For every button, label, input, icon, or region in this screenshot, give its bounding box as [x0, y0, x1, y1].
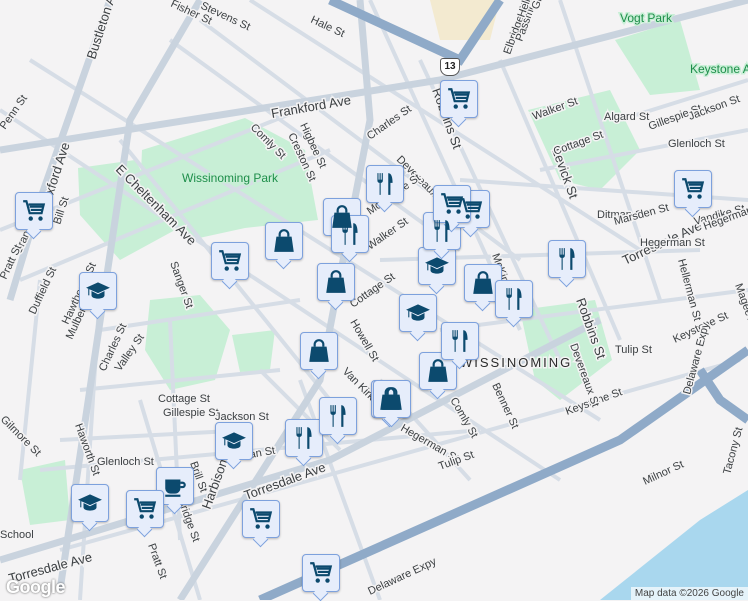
grocery-store-icon	[439, 191, 465, 217]
shopping-marker[interactable]	[373, 380, 411, 418]
svg-text:Hellerman St: Hellerman St	[675, 258, 703, 323]
svg-text:Cottage St: Cottage St	[158, 393, 210, 405]
grocery-store-marker[interactable]	[126, 490, 164, 528]
svg-text:Gillespie St: Gillespie St	[163, 407, 219, 419]
grocery-store-marker[interactable]	[15, 192, 53, 230]
restaurant-marker[interactable]	[495, 280, 533, 318]
svg-text:Algard St: Algard St	[604, 111, 649, 123]
school-icon	[77, 490, 103, 516]
svg-text:Glenloch St: Glenloch St	[668, 138, 725, 150]
shopping-marker[interactable]	[317, 263, 355, 301]
svg-text:Glenloch St: Glenloch St	[97, 456, 154, 468]
grocery-store-icon	[132, 496, 158, 522]
restaurant-icon	[291, 425, 317, 451]
svg-text:Greeby St: Greeby St	[530, 0, 558, 11]
cafe-icon	[162, 473, 188, 499]
restaurant-icon	[325, 403, 351, 429]
restaurant-icon	[447, 328, 473, 354]
school-icon	[405, 300, 431, 326]
map-attribution[interactable]: Map data ©2026 Google	[630, 587, 748, 600]
shopping-icon	[271, 228, 297, 254]
school-icon	[221, 428, 247, 454]
restaurant-icon	[501, 286, 527, 312]
svg-text:Pratt St: Pratt St	[145, 542, 169, 581]
grocery-store-icon	[21, 198, 47, 224]
svg-text:Hegerman St: Hegerman St	[640, 237, 705, 249]
svg-text:Benner St: Benner St	[489, 381, 521, 430]
svg-text:Delaware Expy: Delaware Expy	[366, 555, 439, 597]
grocery-store-marker[interactable]	[242, 500, 280, 538]
svg-text:Bustleton Ave: Bustleton Ave	[84, 0, 123, 61]
grocery-store-marker[interactable]	[302, 554, 340, 592]
restaurant-icon	[554, 246, 580, 272]
svg-text:Tacony St: Tacony St	[721, 426, 745, 476]
grocery-store-icon	[680, 176, 706, 202]
restaurant-icon	[337, 221, 363, 247]
restaurant-marker[interactable]	[366, 165, 404, 203]
route-13-shield: 13	[440, 58, 460, 76]
school-marker[interactable]	[215, 422, 253, 460]
svg-text:Keystone Academy Charter Schoo: Keystone Academy Charter School	[690, 62, 748, 76]
svg-text:Milnor St: Milnor St	[641, 458, 685, 487]
shopping-marker[interactable]	[265, 222, 303, 260]
svg-text:Wissinoming Park: Wissinoming Park	[182, 171, 279, 185]
school-marker[interactable]	[418, 247, 456, 285]
svg-text:Vogt Park: Vogt Park	[620, 11, 673, 25]
delaware-river	[600, 490, 748, 600]
svg-text:Magee Ave: Magee Ave	[732, 282, 748, 338]
shopping-icon	[470, 270, 496, 296]
grocery-store-icon	[308, 560, 334, 586]
school-marker[interactable]	[71, 484, 109, 522]
school-icon	[424, 253, 450, 279]
svg-text:Marsden St: Marsden St	[613, 202, 670, 228]
svg-text:Tulip St: Tulip St	[615, 344, 652, 356]
shopping-icon	[323, 269, 349, 295]
google-logo: Google	[6, 577, 66, 597]
svg-text:Frankford Ave: Frankford Ave	[270, 92, 352, 121]
shopping-icon	[306, 338, 332, 364]
grocery-store-marker[interactable]	[211, 242, 249, 280]
school-marker[interactable]	[399, 294, 437, 332]
grocery-store-icon	[217, 248, 243, 274]
school-icon	[85, 278, 111, 304]
svg-text:School: School	[0, 529, 34, 541]
svg-text:Walker St: Walker St	[365, 216, 411, 253]
grocery-store-marker[interactable]	[440, 80, 478, 118]
grocery-store-marker[interactable]	[674, 170, 712, 208]
restaurant-marker[interactable]	[548, 240, 586, 278]
svg-text:Hale St: Hale St	[309, 14, 347, 40]
grocery-store-icon	[248, 506, 274, 532]
restaurant-marker[interactable]	[331, 215, 369, 253]
restaurant-icon	[429, 218, 455, 244]
shopping-icon	[425, 358, 451, 384]
restaurant-marker[interactable]	[285, 419, 323, 457]
school-marker[interactable]	[79, 272, 117, 310]
grocery-store-icon	[446, 86, 472, 112]
shopping-icon	[379, 386, 405, 412]
restaurant-marker[interactable]	[319, 397, 357, 435]
restaurant-icon	[372, 171, 398, 197]
shopping-marker[interactable]	[300, 332, 338, 370]
restaurant-marker[interactable]	[441, 322, 479, 360]
